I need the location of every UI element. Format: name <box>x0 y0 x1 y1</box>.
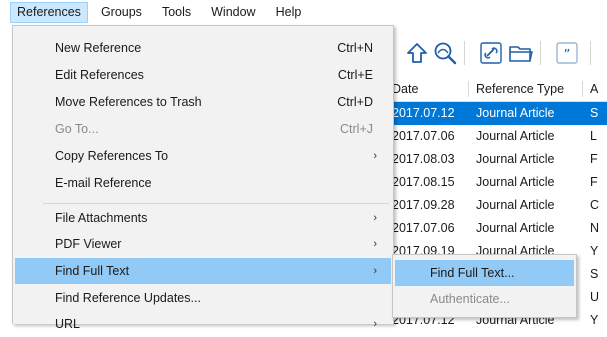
menu-item-shortcut: Ctrl+N <box>337 41 373 55</box>
menu-item-label: Find Full Text <box>55 264 130 278</box>
menu-item-label: Edit References <box>55 68 144 82</box>
menu-item-url[interactable]: URL › <box>15 311 391 337</box>
left-panel-edge <box>0 25 12 324</box>
menu-item-label: Move References to Trash <box>55 95 202 109</box>
column-header-author[interactable]: A <box>590 77 598 101</box>
table-row[interactable]: 2017.08.15 Journal Article F <box>392 171 607 194</box>
table-cell-type: Journal Article <box>476 221 555 235</box>
table-cell-extra: S <box>590 106 599 120</box>
menu-item-find-reference-updates[interactable]: Find Reference Updates... <box>15 285 391 311</box>
upload-icon[interactable] <box>404 40 430 66</box>
table-cell-date: 2017.07.06 <box>392 221 455 235</box>
menubar-references[interactable]: References <box>10 2 88 23</box>
menu-item-shortcut: Ctrl+E <box>337 68 373 82</box>
menu-item-label: Copy References To <box>55 149 169 163</box>
submenu-item-find-full-text[interactable]: Find Full Text... <box>395 260 574 286</box>
menu-item-copy-references-to[interactable]: Copy References To › <box>15 143 391 169</box>
toolbar-separator <box>540 41 541 65</box>
toolbar-separator <box>590 41 591 65</box>
table-cell-extra: Y <box>590 313 599 327</box>
table-cell-date: 2017.07.12 <box>392 106 455 120</box>
menu-item-pdf-viewer[interactable]: PDF Viewer › <box>15 231 391 257</box>
menu-item-label: Find Reference Updates... <box>55 291 201 305</box>
references-menu: New Reference Ctrl+N Edit References Ctr… <box>12 25 394 331</box>
table-row[interactable]: 2017.07.06 Journal Article L <box>392 125 607 148</box>
folder-icon[interactable] <box>508 40 534 66</box>
menu-item-shortcut: Ctrl+J <box>340 122 373 136</box>
menubar-window[interactable]: Window <box>204 2 262 23</box>
table-cell-extra: U <box>590 290 600 304</box>
menu-item-label: E-mail Reference <box>55 176 152 190</box>
table-cell-type: Journal Article <box>476 106 555 120</box>
menu-item-new-reference[interactable]: New Reference Ctrl+N <box>15 35 391 61</box>
column-header-date[interactable]: Date <box>392 77 418 101</box>
table-row[interactable]: 2017.07.12 Journal Article S <box>392 102 607 125</box>
menubar-help[interactable]: Help <box>269 2 309 23</box>
search-online-icon[interactable] <box>432 40 458 66</box>
table-row[interactable]: 2017.09.28 Journal Article C <box>392 194 607 217</box>
submenu-item-label: Authenticate... <box>430 292 510 306</box>
menu-item-file-attachments[interactable]: File Attachments › <box>15 205 391 231</box>
table-cell-extra: S <box>590 267 599 281</box>
grid-header: Date Reference Type A <box>392 77 607 102</box>
table-cell-extra: F <box>590 152 598 166</box>
menu-item-edit-references[interactable]: Edit References Ctrl+E <box>15 62 391 88</box>
submenu-arrow-icon: › <box>373 265 377 277</box>
menu-item-label: URL <box>55 317 81 331</box>
table-cell-extra: N <box>590 221 600 235</box>
menu-item-label: PDF Viewer <box>55 237 122 251</box>
table-cell-type: Journal Article <box>476 152 555 166</box>
table-row[interactable]: 2017.08.03 Journal Article F <box>392 148 607 171</box>
quote-icon[interactable]: ” <box>554 40 580 66</box>
table-cell-date: 2017.07.06 <box>392 129 455 143</box>
table-cell-type: Journal Article <box>476 129 555 143</box>
table-row[interactable]: 2017.07.06 Journal Article N <box>392 217 607 240</box>
submenu-arrow-icon: › <box>373 238 377 250</box>
submenu-arrow-icon: › <box>373 212 377 224</box>
menu-item-email-reference[interactable]: E-mail Reference <box>15 170 391 196</box>
menu-item-label: File Attachments <box>55 211 148 225</box>
menu-item-find-full-text[interactable]: Find Full Text › <box>15 258 391 284</box>
menubar-groups[interactable]: Groups <box>94 2 149 23</box>
submenu-arrow-icon: › <box>373 150 377 162</box>
toolbar-separator <box>464 41 465 65</box>
menu-item-move-to-trash[interactable]: Move References to Trash Ctrl+D <box>15 89 391 115</box>
toolbar: ” <box>390 35 607 71</box>
table-cell-extra: L <box>590 129 597 143</box>
table-cell-type: Journal Article <box>476 175 555 189</box>
menu-bar: References Groups Tools Window Help <box>0 0 607 25</box>
link-icon[interactable] <box>478 40 504 66</box>
table-cell-extra: Y <box>590 244 599 258</box>
menubar-tools[interactable]: Tools <box>155 2 198 23</box>
table-cell-extra: C <box>590 198 600 212</box>
menu-item-label: Go To... <box>55 122 99 136</box>
svg-text:”: ” <box>564 48 571 63</box>
table-cell-date: 2017.08.15 <box>392 175 455 189</box>
table-cell-date: 2017.08.03 <box>392 152 455 166</box>
column-header-reference-type[interactable]: Reference Type <box>476 77 564 101</box>
column-divider <box>582 81 583 97</box>
menu-item-shortcut: Ctrl+D <box>337 95 373 109</box>
table-cell-date: 2017.09.28 <box>392 198 455 212</box>
table-cell-type: Journal Article <box>476 198 555 212</box>
submenu-arrow-icon: › <box>373 318 377 330</box>
find-full-text-submenu: Find Full Text... Authenticate... <box>392 254 577 318</box>
submenu-item-label: Find Full Text... <box>430 266 515 280</box>
submenu-item-authenticate: Authenticate... <box>395 286 574 312</box>
column-divider <box>468 81 469 97</box>
menu-item-go-to: Go To... Ctrl+J <box>15 116 391 142</box>
menu-item-label: New Reference <box>55 41 142 55</box>
table-cell-extra: F <box>590 175 598 189</box>
menu-separator <box>43 203 389 204</box>
